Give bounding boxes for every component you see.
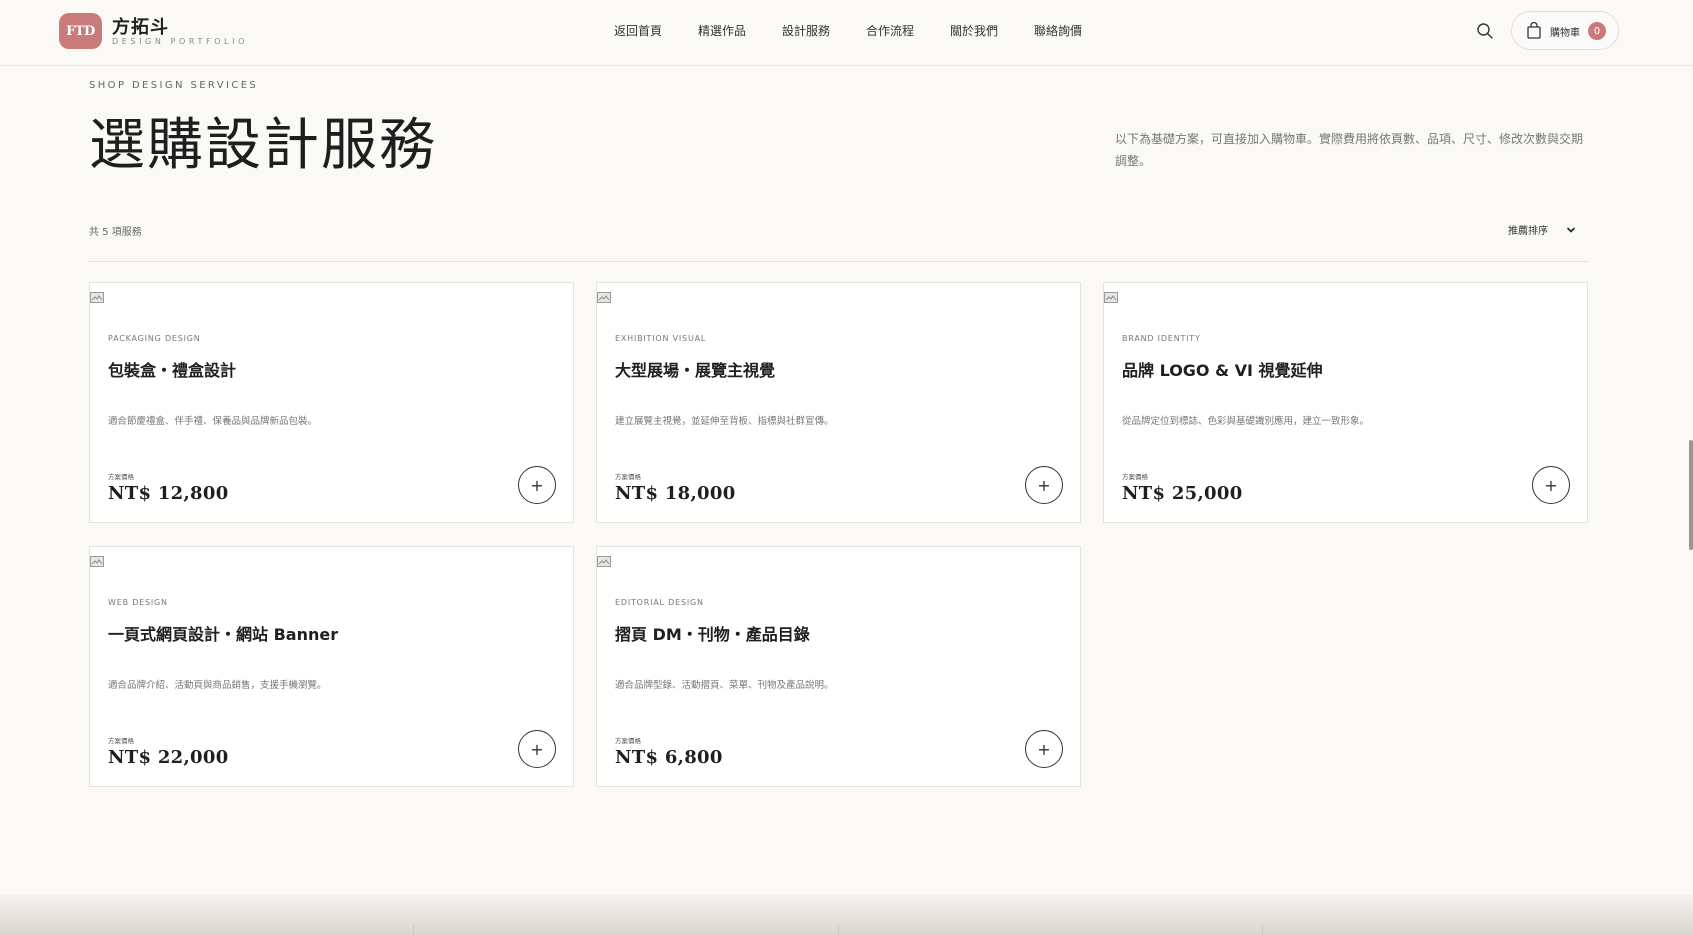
service-card: BRAND IDENTITY 品牌 LOGO & VI 視覺延伸 從品牌定位到標… xyxy=(1103,282,1588,523)
broken-image-icon xyxy=(597,556,611,567)
shopping-bag-icon xyxy=(1527,22,1541,39)
sort-label: 推薦排序 xyxy=(1508,226,1548,237)
page-title: 選購設計服務 xyxy=(89,113,437,178)
divider xyxy=(838,925,839,935)
add-to-cart-button[interactable]: + xyxy=(1025,466,1063,504)
nav-item-home[interactable]: 返回首頁 xyxy=(614,22,662,39)
add-to-cart-button[interactable]: + xyxy=(1025,730,1063,768)
card-title[interactable]: 一頁式網頁設計・網站 Banner xyxy=(108,621,338,645)
card-price: NT$ 22,000 xyxy=(108,747,229,768)
service-count: 共 5 項服務 xyxy=(89,227,142,238)
service-card: EDITORIAL DESIGN 摺頁 DM・刊物・產品目錄 適合品牌型錄、活動… xyxy=(596,546,1081,787)
card-price: NT$ 6,800 xyxy=(615,747,723,768)
add-to-cart-button[interactable]: + xyxy=(1532,466,1570,504)
card-price-label: 方案價格 xyxy=(108,737,134,745)
page-description: 以下為基礎方案，可直接加入購物車。實際費用將依頁數、品項、尺寸、修改次數與交期調… xyxy=(1115,132,1584,168)
card-description: 建立展覽主視覺，並延伸至背板、指標與社群宣傳。 xyxy=(615,416,834,427)
card-category: PACKAGING DESIGN xyxy=(108,334,201,343)
section-eyebrow: SHOP DESIGN SERVICES xyxy=(89,80,259,91)
scrollbar-thumb[interactable] xyxy=(1689,440,1693,550)
card-category: EXHIBITION VISUAL xyxy=(615,334,707,343)
nav-item-services[interactable]: 設計服務 xyxy=(782,22,830,39)
card-price: NT$ 12,800 xyxy=(108,483,229,504)
broken-image-icon xyxy=(597,292,611,303)
broken-image-icon xyxy=(1104,292,1118,303)
card-price: NT$ 25,000 xyxy=(1122,483,1243,504)
card-price: NT$ 18,000 xyxy=(615,483,736,504)
cart-button[interactable]: 購物車 0 xyxy=(1511,11,1619,50)
card-price-label: 方案價格 xyxy=(108,473,134,481)
service-card: EXHIBITION VISUAL 大型展場・展覽主視覺 建立展覽主視覺，並延伸… xyxy=(596,282,1081,523)
card-title[interactable]: 大型展場・展覽主視覺 xyxy=(615,357,775,381)
search-icon[interactable] xyxy=(1476,22,1494,40)
card-price-label: 方案價格 xyxy=(615,473,641,481)
broken-image-icon xyxy=(90,556,104,567)
sort-select[interactable]: 推薦排序 xyxy=(1508,222,1576,237)
card-title[interactable]: 品牌 LOGO & VI 視覺延伸 xyxy=(1122,357,1323,381)
page-bottom-edge xyxy=(0,895,1693,935)
card-category: BRAND IDENTITY xyxy=(1122,334,1201,343)
card-title[interactable]: 包裝盒・禮盒設計 xyxy=(108,357,236,381)
nav-item-portfolio[interactable]: 精選作品 xyxy=(698,22,746,39)
nav-item-contact[interactable]: 聯絡詢價 xyxy=(1034,22,1082,39)
divider xyxy=(89,261,1589,262)
nav-item-process[interactable]: 合作流程 xyxy=(866,22,914,39)
card-description: 從品牌定位到標誌、色彩與基礎識別應用，建立一致形象。 xyxy=(1122,416,1370,427)
broken-image-icon xyxy=(90,292,104,303)
divider xyxy=(1262,925,1263,935)
logo-subtitle: DESIGN PORTFOLIO xyxy=(112,37,248,46)
add-to-cart-button[interactable]: + xyxy=(518,466,556,504)
nav-item-about[interactable]: 關於我們 xyxy=(950,22,998,39)
site-header: FTD 方拓斗 DESIGN PORTFOLIO 返回首頁 精選作品 設計服務 … xyxy=(0,0,1693,66)
card-description: 適合品牌介紹、活動頁與商品銷售，支援手機瀏覽。 xyxy=(108,680,327,691)
card-price-label: 方案價格 xyxy=(1122,473,1148,481)
card-title[interactable]: 摺頁 DM・刊物・產品目錄 xyxy=(615,621,810,645)
card-category: WEB DESIGN xyxy=(108,598,168,607)
cart-count-badge: 0 xyxy=(1588,22,1606,40)
logo-badge[interactable]: FTD xyxy=(59,13,102,49)
add-to-cart-button[interactable]: + xyxy=(518,730,556,768)
service-card: WEB DESIGN 一頁式網頁設計・網站 Banner 適合品牌介紹、活動頁與… xyxy=(89,546,574,787)
divider xyxy=(413,925,414,935)
chevron-down-icon xyxy=(1566,226,1576,233)
logo-name[interactable]: 方拓斗 xyxy=(112,13,169,39)
card-price-label: 方案價格 xyxy=(615,737,641,745)
card-category: EDITORIAL DESIGN xyxy=(615,598,704,607)
service-card: PACKAGING DESIGN 包裝盒・禮盒設計 適合節慶禮盒、伴手禮、保養品… xyxy=(89,282,574,523)
cart-label: 購物車 xyxy=(1550,28,1580,39)
card-description: 適合節慶禮盒、伴手禮、保養品與品牌新品包裝。 xyxy=(108,416,318,427)
card-description: 適合品牌型錄、活動摺頁、菜單、刊物及產品說明。 xyxy=(615,680,834,691)
